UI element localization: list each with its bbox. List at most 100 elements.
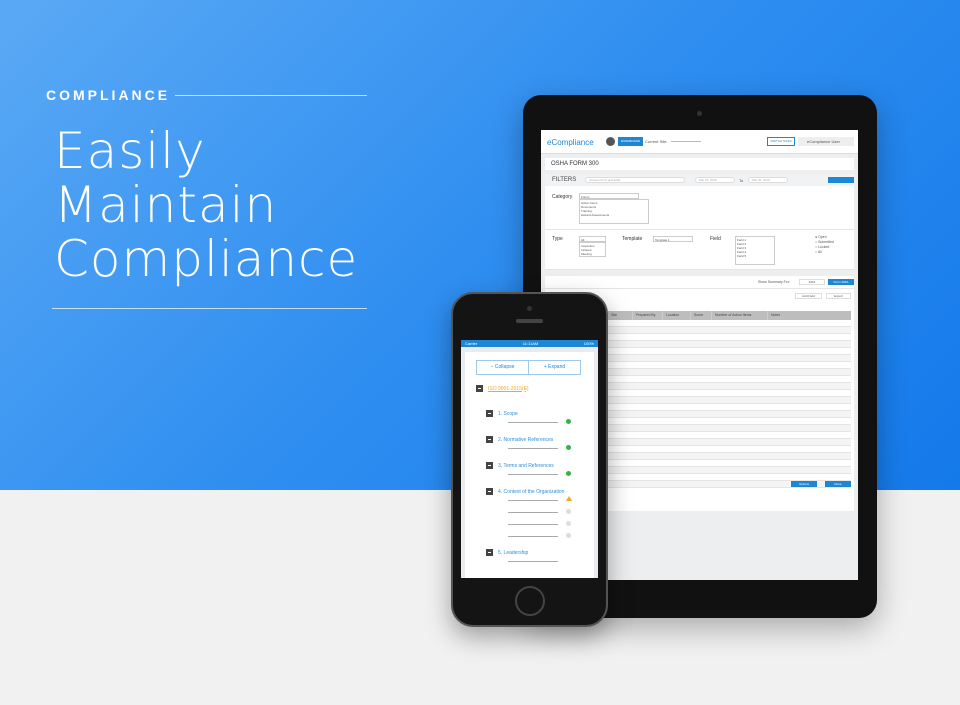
date-from-input[interactable]: Mar 25, 2016: [695, 177, 735, 183]
tree-node[interactable]: 4. Context of the Organization: [486, 488, 564, 495]
sub-item[interactable]: [508, 474, 558, 475]
options-button[interactable]: Options: [791, 481, 817, 487]
table-row[interactable]: [608, 397, 851, 404]
year-select[interactable]: 2016: [799, 279, 825, 285]
column-header[interactable]: Site: [608, 311, 633, 320]
battery: 100%: [583, 341, 594, 346]
menu-icon[interactable]: [606, 137, 615, 146]
sub-item[interactable]: [508, 524, 558, 525]
collapse-expand-group: − Collapse + Expand: [476, 360, 581, 375]
tree-node[interactable]: 3. Terms and References: [486, 462, 554, 469]
table-row[interactable]: [608, 425, 851, 432]
collapse-button[interactable]: − Collapse: [477, 361, 529, 374]
table-row[interactable]: [608, 439, 851, 446]
table-row[interactable]: [608, 334, 851, 341]
export-button[interactable]: Export: [826, 293, 851, 299]
collapse-icon[interactable]: [486, 410, 493, 417]
divider: [545, 288, 854, 289]
collapse-icon[interactable]: [486, 436, 493, 443]
logo: eCompliance: [547, 138, 594, 147]
checkbox-option[interactable]: Field 5: [737, 254, 773, 258]
table-row[interactable]: [608, 341, 851, 348]
dashboard-button[interactable]: DASHBOARD: [618, 137, 643, 146]
add-field-button[interactable]: Add Field: [795, 293, 822, 299]
table-row[interactable]: [608, 474, 851, 481]
switch-sites-button[interactable]: SWITCH SITES: [767, 137, 795, 146]
table-row[interactable]: [608, 355, 851, 362]
date-to-input[interactable]: Mar 30, 2016: [748, 177, 788, 183]
node-label: ISO 9001-2015(E): [488, 385, 529, 392]
expand-button[interactable]: + Expand: [529, 361, 580, 374]
table-row[interactable]: [608, 390, 851, 397]
warning-icon: [566, 496, 572, 501]
home-button[interactable]: [515, 586, 545, 616]
list-option[interactable]: Meeting: [581, 252, 604, 256]
sub-item[interactable]: [508, 512, 558, 513]
column-header[interactable]: Prepared By: [633, 311, 663, 320]
node-label: 2. Normative References: [498, 436, 554, 443]
camera: [697, 111, 702, 116]
table-row[interactable]: [608, 418, 851, 425]
tree-root[interactable]: ISO 9001-2015(E): [476, 385, 529, 392]
tree-node[interactable]: 5. Leadership: [486, 549, 528, 556]
sub-item[interactable]: [508, 536, 558, 537]
divider: [545, 229, 854, 230]
collapse-icon[interactable]: [486, 549, 493, 556]
collapse-icon[interactable]: [486, 462, 493, 469]
table-row[interactable]: [608, 320, 851, 327]
status-dot: [566, 509, 571, 514]
summary-label: Show Summary For:: [758, 280, 790, 284]
table-body: [608, 320, 851, 488]
type-list[interactable]: Inspection Incident Meeting: [579, 242, 606, 257]
status-radio-group: ● Open ○ Submitted ○ Locked ○ All: [815, 235, 834, 255]
column-header[interactable]: Number of Action Items: [712, 311, 768, 320]
radio-all[interactable]: ○ All: [815, 250, 834, 255]
table-row[interactable]: [608, 327, 851, 334]
sub-item[interactable]: [508, 448, 558, 449]
table-row[interactable]: [608, 376, 851, 383]
form-300a-button[interactable]: Form 300A: [828, 279, 854, 285]
table-row[interactable]: [608, 348, 851, 355]
done-button[interactable]: Done: [825, 481, 851, 487]
collapse-icon[interactable]: [486, 488, 493, 495]
app-header: eCompliance DASHBOARD Current Site: SWIT…: [541, 130, 858, 154]
column-header[interactable]: Notes: [768, 311, 851, 320]
to-label: To: [739, 178, 744, 183]
apply-button[interactable]: [828, 177, 854, 183]
tree-card: − Collapse + Expand ISO 9001-2015(E) 1. …: [465, 352, 594, 578]
user-menu[interactable]: eCompliance User: [798, 137, 854, 146]
current-site-label: Current Site:: [645, 139, 668, 144]
column-header[interactable]: Location: [663, 311, 691, 320]
field-list[interactable]: Field 1 Field 2 Field 3 Field 4 Field 5: [735, 236, 775, 265]
category-label: Category: [552, 194, 573, 200]
node-label: 1. Scope: [498, 410, 518, 417]
node-label: 4. Context of the Organization: [498, 488, 565, 495]
table-row[interactable]: [608, 362, 851, 369]
table-row[interactable]: [608, 460, 851, 467]
sub-item[interactable]: [508, 561, 558, 562]
collapse-icon[interactable]: [476, 385, 483, 392]
phone-device: Carrier 11:11AM 100% − Collapse + Expand…: [451, 292, 608, 627]
template-select[interactable]: Template 1: [653, 236, 693, 242]
table-row[interactable]: [608, 446, 851, 453]
table-row[interactable]: [608, 453, 851, 460]
selected-value: Template 1: [655, 238, 670, 242]
column-header[interactable]: Score: [691, 311, 712, 320]
filters-bar: FILTERS Access forms and fields Mar 25, …: [545, 174, 854, 186]
list-option[interactable]: Hazard Assessments: [581, 213, 647, 217]
sub-item[interactable]: [508, 422, 558, 423]
table-row[interactable]: [608, 404, 851, 411]
table-row[interactable]: [608, 369, 851, 376]
category-list[interactable]: Action Items Documents Training Hazard Asse…: [579, 199, 649, 224]
table-row[interactable]: [608, 383, 851, 390]
table-row[interactable]: [608, 432, 851, 439]
table-row[interactable]: [608, 467, 851, 474]
tree-node[interactable]: 2. Normative References: [486, 436, 553, 443]
search-input[interactable]: Access forms and fields: [585, 177, 685, 183]
status-dot: [566, 419, 571, 424]
table-row[interactable]: [608, 411, 851, 418]
camera: [527, 306, 532, 311]
sub-item[interactable]: [508, 500, 558, 501]
tree-node[interactable]: 1. Scope: [486, 410, 518, 417]
status-dot: [566, 471, 571, 476]
